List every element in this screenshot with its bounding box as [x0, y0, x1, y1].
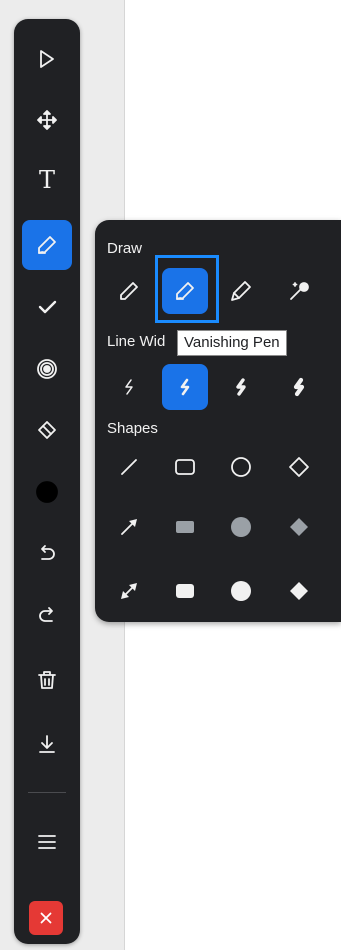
checkmark-icon: [38, 300, 57, 314]
magic-wand-icon: [290, 282, 309, 300]
diamond-filled-dim-icon: [290, 518, 308, 536]
line-width-thick-button[interactable]: [218, 364, 264, 410]
filled-circle-button[interactable]: [218, 568, 264, 614]
rectangle-filled-icon: [176, 584, 194, 598]
diamond-outline-icon: [289, 457, 309, 477]
color-picker-button[interactable]: [22, 467, 72, 517]
highlighter-icon: [231, 281, 251, 301]
download-icon: [39, 735, 55, 753]
hamburger-menu-icon: [38, 835, 56, 849]
line-width-thin-button[interactable]: [106, 364, 152, 410]
toolbar-divider: [28, 792, 66, 793]
filled-rectangle-button[interactable]: [162, 568, 208, 614]
radar-icon: [37, 359, 57, 379]
undo-button[interactable]: [22, 529, 72, 579]
rectangle-outline-icon: [175, 459, 195, 475]
highlighter-tool-button[interactable]: [218, 268, 264, 314]
filled-rectangle-dim-button[interactable]: [162, 504, 208, 550]
line-width-medium-button[interactable]: [162, 364, 208, 410]
diamond-filled-icon: [290, 582, 308, 600]
circle-filled-icon: [231, 581, 251, 601]
vanishing-pen-icon: [176, 282, 194, 300]
shapes-section-label: Shapes: [107, 420, 158, 437]
line-width-section-label: Line Wid: [107, 333, 166, 350]
close-button[interactable]: [29, 901, 63, 935]
filled-diamond-button[interactable]: [276, 568, 322, 614]
line-width-medium-icon: [180, 378, 190, 396]
rectangle-shape-button[interactable]: [162, 444, 208, 490]
spotlight-tool-button[interactable]: [22, 344, 72, 394]
close-icon: [40, 912, 52, 924]
pen-icon: [38, 236, 56, 254]
filled-circle-dim-button[interactable]: [218, 504, 264, 550]
draw-options-panel: Draw Line Wid Shapes: [95, 220, 341, 622]
cursor-arrow-icon: [40, 50, 54, 68]
line-width-extra-thick-button[interactable]: [276, 364, 322, 410]
trash-icon: [38, 671, 56, 689]
check-tool-button[interactable]: [22, 282, 72, 332]
diamond-shape-button[interactable]: [276, 444, 322, 490]
eraser-tool-button[interactable]: [22, 405, 72, 455]
draw-section-label: Draw: [107, 240, 143, 257]
eraser-icon: [38, 421, 56, 439]
arrow-icon: [121, 519, 137, 535]
move-tool-button[interactable]: [22, 95, 72, 145]
select-tool-button[interactable]: [22, 34, 72, 84]
rectangle-filled-dim-icon: [176, 521, 194, 533]
delete-button[interactable]: [22, 655, 72, 705]
circle-shape-button[interactable]: [218, 444, 264, 490]
redo-icon: [39, 607, 53, 622]
color-dot-icon: [36, 481, 58, 503]
draw-tool-button[interactable]: [22, 220, 72, 270]
filled-diamond-dim-button[interactable]: [276, 504, 322, 550]
pencil-icon: [120, 282, 138, 300]
double-arrow-shape-button[interactable]: [106, 568, 152, 614]
move-arrows-icon: [37, 110, 57, 130]
text-tool-button[interactable]: T: [22, 155, 72, 205]
menu-button[interactable]: [22, 817, 72, 867]
double-arrow-icon: [121, 583, 137, 599]
tooltip: Vanishing Pen: [177, 330, 287, 356]
line-shape-button[interactable]: [106, 444, 152, 490]
text-icon: T: [38, 166, 55, 194]
line-icon: [121, 459, 137, 475]
circle-outline-icon: [231, 457, 251, 477]
undo-icon: [41, 545, 55, 560]
main-toolbar: T: [14, 19, 80, 944]
pencil-tool-button[interactable]: [106, 268, 152, 314]
line-width-thin-icon: [125, 379, 133, 395]
arrow-shape-button[interactable]: [106, 504, 152, 550]
line-width-extra-thick-icon: [293, 377, 305, 397]
redo-button[interactable]: [22, 591, 72, 641]
magic-wand-tool-button[interactable]: [276, 268, 322, 314]
vanishing-pen-tool-button[interactable]: [162, 268, 208, 314]
circle-filled-dim-icon: [231, 517, 251, 537]
line-width-thick-icon: [236, 378, 246, 396]
download-button[interactable]: [22, 719, 72, 769]
